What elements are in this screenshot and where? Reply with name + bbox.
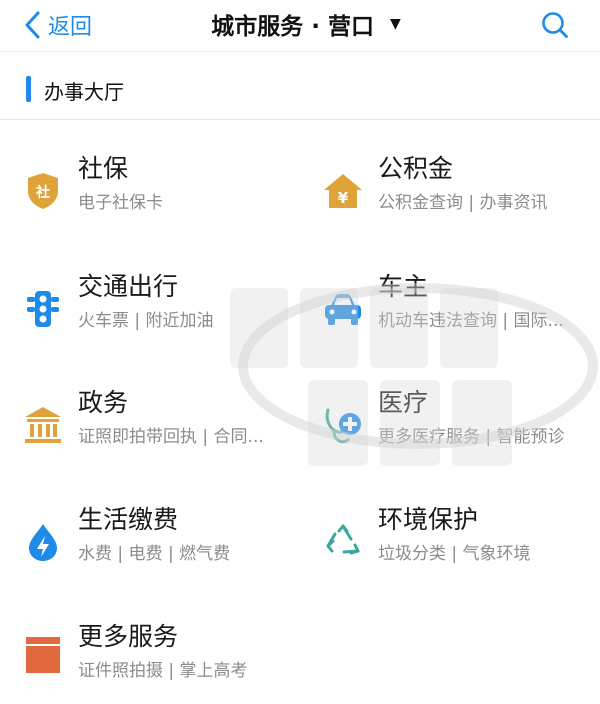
section-accent-bar xyxy=(26,76,31,102)
service-description: 证件照拍摄 | 掌上高考 xyxy=(78,661,248,681)
service-description: 火车票 | 附近加油 xyxy=(78,311,214,331)
service-name: 医疗 xyxy=(378,388,429,417)
service-description: 电子社保卡 xyxy=(78,193,163,213)
service-description: 机动车违法查询 | 国际... xyxy=(378,311,564,331)
service-description: 水费 | 电费 | 燃气费 xyxy=(78,544,231,564)
dropdown-arrow-icon: ▼ xyxy=(389,16,401,32)
service-description: 证照即拍带回执 | 合同... xyxy=(78,427,264,447)
service-name: 政务 xyxy=(78,388,129,417)
service-more[interactable]: 更多服务 证件照拍摄 | 掌上高考 xyxy=(0,620,300,704)
svg-text:社: 社 xyxy=(35,184,50,201)
page-title: 城市服务 · 营口 xyxy=(211,14,374,40)
svg-text:¥: ¥ xyxy=(338,189,349,207)
service-name: 社保 xyxy=(78,154,129,183)
service-social-security[interactable]: 社 社保 电子社保卡 xyxy=(0,152,300,252)
service-description: 公积金查询 | 办事资讯 xyxy=(378,193,548,213)
utility-bolt-drop-icon xyxy=(22,521,64,563)
search-button[interactable] xyxy=(538,8,572,42)
service-name: 环境保护 xyxy=(378,505,479,534)
car-icon xyxy=(322,288,364,330)
section-title: 办事大厅 xyxy=(44,80,124,104)
service-government-affairs[interactable]: 政务 证照即拍带回执 | 合同... xyxy=(0,386,300,486)
service-name: 公积金 xyxy=(378,154,454,183)
stethoscope-icon xyxy=(322,404,364,446)
recycle-icon xyxy=(322,521,364,563)
service-housing-fund[interactable]: ¥ 公积金 公积金查询 | 办事资讯 xyxy=(300,152,600,252)
service-medical[interactable]: 医疗 更多医疗服务 | 智能预诊 xyxy=(300,386,600,486)
more-services-box-icon xyxy=(22,634,64,676)
city-selector[interactable]: 城市服务 · 营口 ▼ xyxy=(0,7,600,41)
service-name: 更多服务 xyxy=(78,622,179,651)
service-utility-payment[interactable]: 生活缴费 水费 | 电费 | 燃气费 xyxy=(0,503,300,603)
service-name: 交通出行 xyxy=(78,272,179,301)
government-building-icon xyxy=(22,404,64,446)
service-description: 垃圾分类 | 气象环境 xyxy=(378,544,531,564)
service-transportation[interactable]: 交通出行 火车票 | 附近加油 xyxy=(0,270,300,370)
navigation-bar: 返回 城市服务 · 营口 ▼ xyxy=(0,0,600,52)
service-car-owner[interactable]: 车主 机动车违法查询 | 国际... xyxy=(300,270,600,370)
section-header: 办事大厅 xyxy=(0,62,600,120)
service-description: 更多医疗服务 | 智能预诊 xyxy=(378,427,565,447)
service-name: 车主 xyxy=(378,272,429,301)
traffic-light-icon xyxy=(22,288,64,330)
search-icon xyxy=(542,12,568,38)
social-security-shield-icon: 社 xyxy=(22,170,64,212)
housing-fund-house-icon: ¥ xyxy=(322,170,364,212)
service-environmental-protection[interactable]: 环境保护 垃圾分类 | 气象环境 xyxy=(300,503,600,603)
service-name: 生活缴费 xyxy=(78,505,179,534)
